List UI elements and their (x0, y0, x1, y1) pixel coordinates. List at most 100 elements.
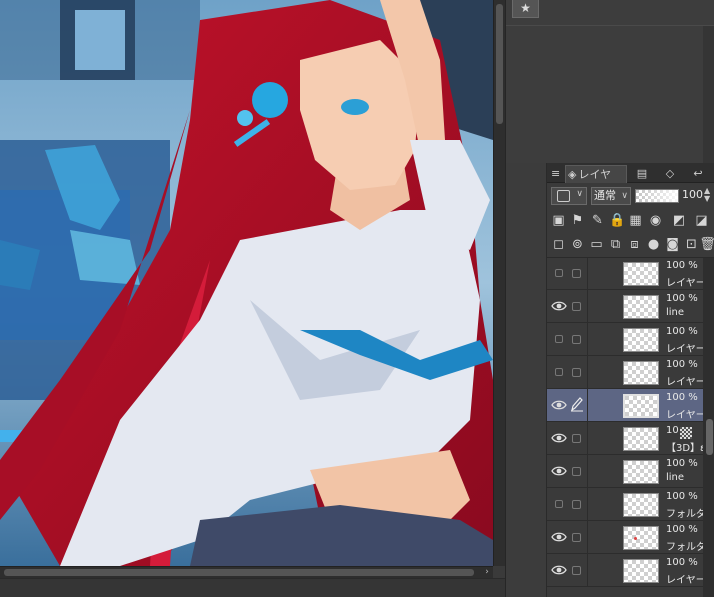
canvas-horizontal-scrollbar[interactable] (0, 566, 493, 578)
tab-layer-search[interactable]: ◇ (659, 165, 681, 183)
column-divider (587, 554, 588, 587)
combine-layers-icon[interactable]: ⧈ (626, 236, 643, 253)
tab-layer-property[interactable]: ▤ (631, 165, 653, 183)
eye-icon[interactable] (551, 397, 567, 413)
layer-lock-toggle[interactable] (572, 467, 581, 476)
layer-thumbnail[interactable] (623, 427, 659, 451)
layer-opacity: 100 % (666, 260, 698, 271)
layer-thumbnail[interactable] (623, 559, 659, 583)
layer-row[interactable]: 100 % フォルダ (547, 488, 706, 521)
layer-lock-toggle[interactable] (572, 368, 581, 377)
thumbnail-mark (634, 537, 637, 540)
clip-icon[interactable]: ▣ (550, 212, 567, 229)
tab-history[interactable]: ↩ (687, 165, 709, 183)
layer-name: レイヤー (666, 278, 706, 289)
layer-row[interactable]: 10 【3D】ε (547, 422, 706, 455)
layer-row[interactable]: 100 % line (547, 455, 703, 488)
lock-icon[interactable]: 🔒 (609, 212, 626, 229)
column-divider (587, 455, 588, 488)
layer-lock-toggle[interactable] (572, 335, 581, 344)
layer-lock-toggle[interactable] (572, 566, 581, 575)
tab-layer-label: レイヤ (578, 168, 612, 181)
upper-palette-scrollbar[interactable] (703, 26, 714, 163)
mask-enable-icon[interactable]: ◉ (647, 212, 664, 229)
apply-mask-icon[interactable]: ⊡ (683, 236, 700, 253)
layer-lock-toggle[interactable] (572, 434, 581, 443)
hamburger-icon[interactable]: ≡ (551, 165, 561, 183)
layer-thumbnail[interactable] (623, 394, 659, 418)
layer-row[interactable]: 100 % レイヤー (547, 389, 706, 422)
layer-name: レイヤー (666, 410, 706, 421)
drawing-canvas[interactable] (0, 0, 493, 566)
palette-divider (506, 25, 714, 26)
layer-lock-toggle[interactable] (572, 533, 581, 542)
layer-opacity: 100 % (666, 326, 698, 337)
chevron-down-icon: ∨ (621, 191, 628, 201)
visibility-toggle[interactable] (555, 335, 563, 343)
new-vector-layer-icon[interactable]: ⊚ (569, 236, 586, 253)
transfer-down-icon[interactable]: ⧉ (607, 236, 624, 253)
layer-opacity: 100 % (666, 359, 698, 370)
draft-layer-icon[interactable]: ✎ (589, 212, 606, 229)
column-divider (587, 521, 588, 554)
layer-row[interactable]: 100 % レイヤー (547, 323, 706, 356)
blend-mode-select[interactable]: 通常 ∨ (591, 187, 631, 205)
eye-icon[interactable] (551, 298, 567, 314)
eye-icon[interactable] (551, 529, 567, 545)
artwork-illustration (0, 0, 493, 566)
ruler-display-icon[interactable]: ◪ (693, 212, 710, 229)
eye-icon[interactable] (551, 430, 567, 446)
star-icon[interactable]: ★ (512, 0, 539, 18)
layer-thumbnail[interactable] (623, 295, 659, 319)
color-square-icon (557, 190, 570, 202)
opacity-slider[interactable] (635, 189, 679, 203)
layer-opacity: 100 % (666, 524, 698, 535)
canvas-vertical-scrollbar[interactable] (493, 0, 505, 566)
trash-icon[interactable]: 🗑 (699, 236, 714, 253)
layer-lock-toggle[interactable] (572, 500, 581, 509)
expression-color-select[interactable]: ∨ (551, 187, 587, 205)
create-mask-icon[interactable]: ◙ (664, 236, 681, 253)
layer-thumbnail[interactable] (623, 526, 659, 550)
layer-lock-toggle[interactable] (572, 302, 581, 311)
layer-name: 【3D】ε (666, 443, 706, 454)
opacity-slider-fill (636, 190, 678, 202)
layer-row[interactable]: 100 % フォルダ (547, 521, 706, 554)
layer-lock-toggle[interactable] (572, 269, 581, 278)
layer-list-scrollbar[interactable] (703, 258, 714, 597)
layer-thumbnail[interactable] (623, 361, 659, 385)
column-divider (587, 422, 588, 455)
visibility-toggle[interactable] (555, 269, 563, 277)
spin-arrows-icon[interactable]: ▲ ▼ (704, 187, 710, 203)
reference-layer-icon[interactable]: ⚑ (569, 212, 586, 229)
tab-layer[interactable]: ◈ レイヤ (565, 165, 627, 183)
canvas-vertical-scroll-thumb[interactable] (496, 4, 503, 124)
new-raster-layer-icon[interactable]: ◻ (550, 236, 567, 253)
layer-thumbnail[interactable] (623, 328, 659, 352)
layer-thumbnail[interactable] (623, 493, 659, 517)
property-icon: ▤ (636, 167, 648, 180)
column-divider (587, 290, 588, 323)
column-divider (587, 258, 588, 290)
layer-thumbnail[interactable] (623, 460, 659, 484)
lock-transparent-icon[interactable]: ▦ (627, 212, 644, 229)
fill-circle-icon[interactable]: ● (645, 236, 662, 253)
layer-list-scroll-thumb[interactable] (706, 419, 713, 455)
canvas-horizontal-scroll-thumb[interactable] (4, 569, 474, 576)
layer-row[interactable]: 100 % line (547, 290, 703, 323)
layer-row[interactable]: 100 % レイヤー (547, 554, 706, 587)
new-folder-icon[interactable]: ▭ (588, 236, 605, 253)
visibility-toggle[interactable] (555, 368, 563, 376)
upper-palette: ★ (506, 0, 714, 163)
visibility-toggle[interactable] (555, 500, 563, 508)
layer-row[interactable]: 100 % レイヤー (547, 356, 706, 389)
chevron-right-icon[interactable]: › (481, 567, 493, 578)
layer-opacity: 100 % (666, 392, 698, 403)
opacity-value[interactable]: 100 (682, 188, 703, 201)
ruler-range-icon[interactable]: ◩ (667, 212, 691, 229)
layer-row[interactable]: 100 % レイヤー (547, 258, 706, 290)
layer-name: line (666, 307, 685, 318)
layer-thumbnail[interactable] (623, 262, 659, 286)
eye-icon[interactable] (551, 463, 567, 479)
eye-icon[interactable] (551, 562, 567, 578)
